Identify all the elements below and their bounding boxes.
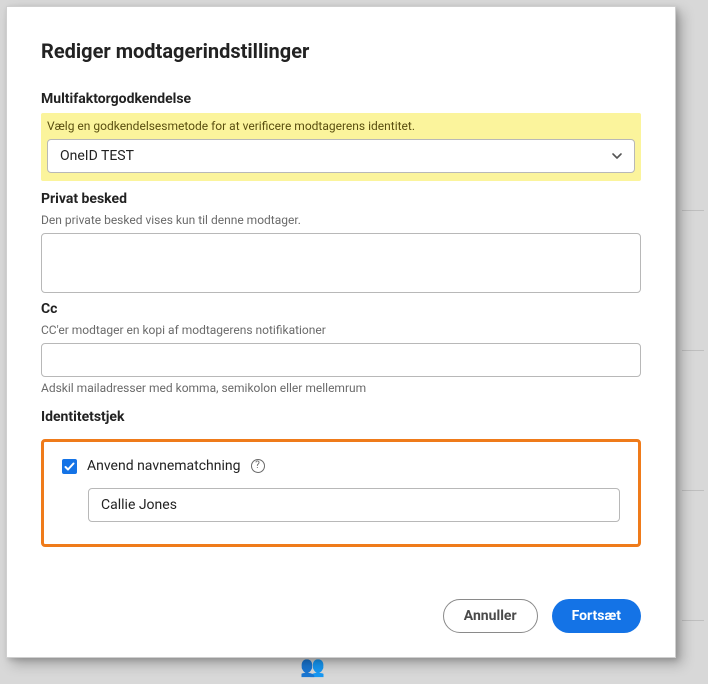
cc-hint: CC'er modtager en kopi af modtagerens no… [41, 323, 641, 337]
backdrop-grid [678, 0, 708, 684]
name-matching-row: Anvend navnematchning ? [62, 458, 620, 474]
mfa-section-label: Multifaktorgodkendelse [41, 91, 641, 107]
identity-highlight-frame: Anvend navnematchning ? [41, 439, 641, 547]
identity-section-label: Identitetstjek [41, 409, 641, 425]
cc-section-label: Cc [41, 301, 641, 317]
help-icon[interactable]: ? [251, 459, 265, 473]
continue-button[interactable]: Fortsæt [552, 599, 641, 633]
modal-footer: Annuller Fortsæt [41, 579, 641, 633]
mfa-selected-value: OneID TEST [60, 148, 134, 164]
edit-recipient-settings-modal: Rediger modtagerindstillinger Multifakto… [6, 6, 676, 658]
mfa-hint: Vælg en godkendelsesmetode for at verifi… [47, 119, 635, 133]
private-message-hint: Den private besked vises kun til denne m… [41, 213, 641, 227]
mfa-method-select-wrap: OneID TEST [47, 139, 635, 173]
mfa-highlight-area: Vælg en godkendelsesmetode for at verifi… [41, 113, 641, 181]
name-matching-label: Anvend navnematchning [87, 458, 241, 474]
modal-title: Rediger modtagerindstillinger [41, 39, 641, 63]
name-matching-input[interactable] [88, 488, 620, 522]
private-message-input[interactable] [41, 233, 641, 293]
private-message-section-label: Privat besked [41, 191, 641, 207]
name-matching-checkbox[interactable] [62, 459, 77, 474]
mfa-method-select[interactable]: OneID TEST [47, 139, 635, 173]
cc-input[interactable] [41, 343, 641, 377]
cc-below-hint: Adskil mailadresser med komma, semikolon… [41, 381, 641, 395]
cancel-button[interactable]: Annuller [443, 599, 538, 633]
